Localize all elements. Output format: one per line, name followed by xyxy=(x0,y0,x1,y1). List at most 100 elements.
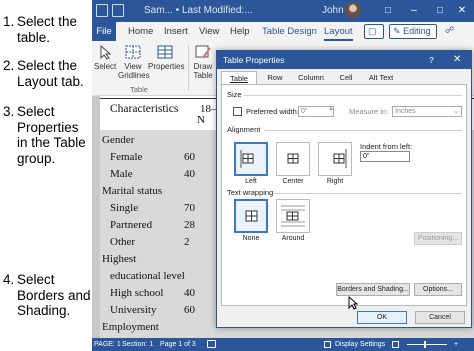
display-settings[interactable]: Display Settings xyxy=(335,338,385,351)
proofing-icon[interactable] xyxy=(207,340,216,348)
step-text: Select Properties in the Table group. xyxy=(17,104,86,166)
step-text: Select the table. xyxy=(17,14,78,45)
step-number: 2. xyxy=(3,58,15,73)
tab-table-design[interactable]: Table Design xyxy=(262,26,317,37)
view-gridlines-button[interactable]: View Gridlines xyxy=(118,44,150,80)
tab-insert[interactable]: Insert xyxy=(164,26,188,37)
row-value: 40 xyxy=(184,168,195,180)
tab-row[interactable]: Row xyxy=(261,71,289,84)
measure-in-select[interactable]: Inches ⌄ xyxy=(392,106,462,117)
section-divider xyxy=(264,130,462,131)
align-center-icon xyxy=(287,153,299,164)
row-value: 28 xyxy=(184,219,195,231)
dialog-tabs: Table Row Column Cell Alt Text xyxy=(217,69,471,84)
save-icon[interactable] xyxy=(112,4,124,17)
row-label: Female xyxy=(110,151,143,163)
indent-from-left-input[interactable]: 0" xyxy=(360,151,410,162)
tab-alt-text[interactable]: Alt Text xyxy=(363,71,399,84)
tab-table[interactable]: Table xyxy=(221,71,257,84)
wrap-around-option[interactable] xyxy=(276,199,310,233)
step-4: 4. Select Borders and Shading. xyxy=(3,272,91,319)
status-page-of[interactable]: Page 1 of 3 xyxy=(160,338,196,351)
spinner-icon[interactable]: ▲ xyxy=(328,106,334,112)
tab-column[interactable]: Column xyxy=(293,71,329,84)
help-icon[interactable]: ? xyxy=(429,51,434,69)
display-settings-icon[interactable] xyxy=(324,341,331,348)
row-value: 70 xyxy=(184,202,195,214)
row-value: 60 xyxy=(184,151,195,163)
tab-cell[interactable]: Cell xyxy=(333,71,359,84)
close-icon[interactable]: ✕ xyxy=(456,5,468,17)
tab-view[interactable]: View xyxy=(199,26,219,37)
options-button[interactable]: Options... xyxy=(414,283,462,296)
tab-help[interactable]: Help xyxy=(230,26,250,37)
ribbon-display-icon[interactable]: □ xyxy=(382,5,394,17)
section-divider xyxy=(274,193,462,194)
zoom-slider[interactable] xyxy=(407,344,447,345)
select-icon xyxy=(100,44,112,60)
mouse-cursor-icon xyxy=(348,296,358,310)
avatar[interactable] xyxy=(345,2,361,18)
properties-button[interactable]: Properties xyxy=(148,44,184,71)
step-3: 3. Select Properties in the Table group. xyxy=(3,104,91,166)
step-2: 2. Select the Layout tab. xyxy=(3,58,91,89)
row-value: 60 xyxy=(184,304,195,316)
row-label: Marital status xyxy=(102,185,163,197)
focus-icon[interactable] xyxy=(392,341,399,348)
select-button[interactable]: Select xyxy=(94,44,116,71)
wrap-none-icon xyxy=(245,210,258,222)
autosave-icon[interactable] xyxy=(96,4,108,17)
table-group-label: Table xyxy=(130,85,148,94)
status-page[interactable]: PAGE: 1 xyxy=(94,338,121,351)
align-right-option[interactable] xyxy=(318,142,352,176)
row-label: Male xyxy=(110,168,133,180)
align-center-option[interactable] xyxy=(276,142,310,176)
minimize-icon[interactable]: – xyxy=(408,5,420,17)
tab-file[interactable]: File xyxy=(92,22,116,41)
step-text: Select Borders and Shading. xyxy=(17,272,91,318)
pencil-icon: ✎ xyxy=(393,26,401,36)
tab-layout[interactable]: Layout xyxy=(324,26,353,41)
borders-and-shading-button[interactable]: Borders and Shading... xyxy=(336,283,410,296)
close-icon[interactable]: ✕ xyxy=(453,51,461,69)
step-number: 1. xyxy=(3,14,15,29)
row-label: Employment xyxy=(102,321,159,333)
cancel-button[interactable]: Cancel xyxy=(415,311,465,324)
step-text: Select the Layout tab. xyxy=(17,58,84,89)
dialog-title-bar: Table Properties ? ✕ xyxy=(217,51,471,69)
wrap-none-label: None xyxy=(242,235,260,242)
wrap-around-label: Around xyxy=(281,235,305,242)
row-label: educational level xyxy=(110,270,185,282)
document-title[interactable]: Sam... • Last Modified:... xyxy=(144,5,253,16)
preferred-width-label: Preferred width: xyxy=(246,107,299,116)
row-label: Highest xyxy=(102,253,137,265)
indent-from-left-label: Indent from left: xyxy=(360,142,413,151)
status-section[interactable]: Section: 1 xyxy=(122,338,153,351)
row-label: Other xyxy=(110,236,136,248)
ok-button[interactable]: OK xyxy=(357,311,407,324)
status-bar: PAGE: 1 Section: 1 Page 1 of 3 Display S… xyxy=(92,338,474,351)
maximize-icon[interactable]: □ xyxy=(434,5,446,17)
step-1: 1. Select the table. xyxy=(3,14,91,45)
row-label: Partnered xyxy=(110,219,153,231)
table-tab-panel: Size Preferred width: 0" ▲ Measure in: I… xyxy=(221,84,467,310)
instruction-steps: 1. Select the table. 2. Select the Layou… xyxy=(0,0,92,351)
tab-home[interactable]: Home xyxy=(128,26,153,37)
measure-in-label: Measure in: xyxy=(349,107,389,116)
preferred-width-checkbox[interactable] xyxy=(233,107,242,116)
editing-label: Editing xyxy=(403,26,431,36)
share-icon[interactable]: ☍ xyxy=(442,24,458,39)
zoom-in-icon[interactable]: + xyxy=(454,338,458,351)
zoom-thumb[interactable] xyxy=(424,341,426,348)
draw-table-button[interactable]: Draw Table xyxy=(192,44,214,80)
positioning-button[interactable]: Positioning... xyxy=(414,232,462,245)
align-center-label: Center xyxy=(282,178,304,185)
size-section-label: Size xyxy=(227,90,242,99)
comments-icon[interactable]: ▢ xyxy=(364,24,384,39)
gridlines-icon xyxy=(125,45,141,59)
editing-mode-button[interactable]: ✎ Editing ⌄ xyxy=(389,24,437,49)
align-left-option[interactable] xyxy=(234,142,268,176)
wrap-none-option[interactable] xyxy=(234,199,268,233)
row-label: Single xyxy=(110,202,139,214)
row-label: High school xyxy=(110,287,164,299)
